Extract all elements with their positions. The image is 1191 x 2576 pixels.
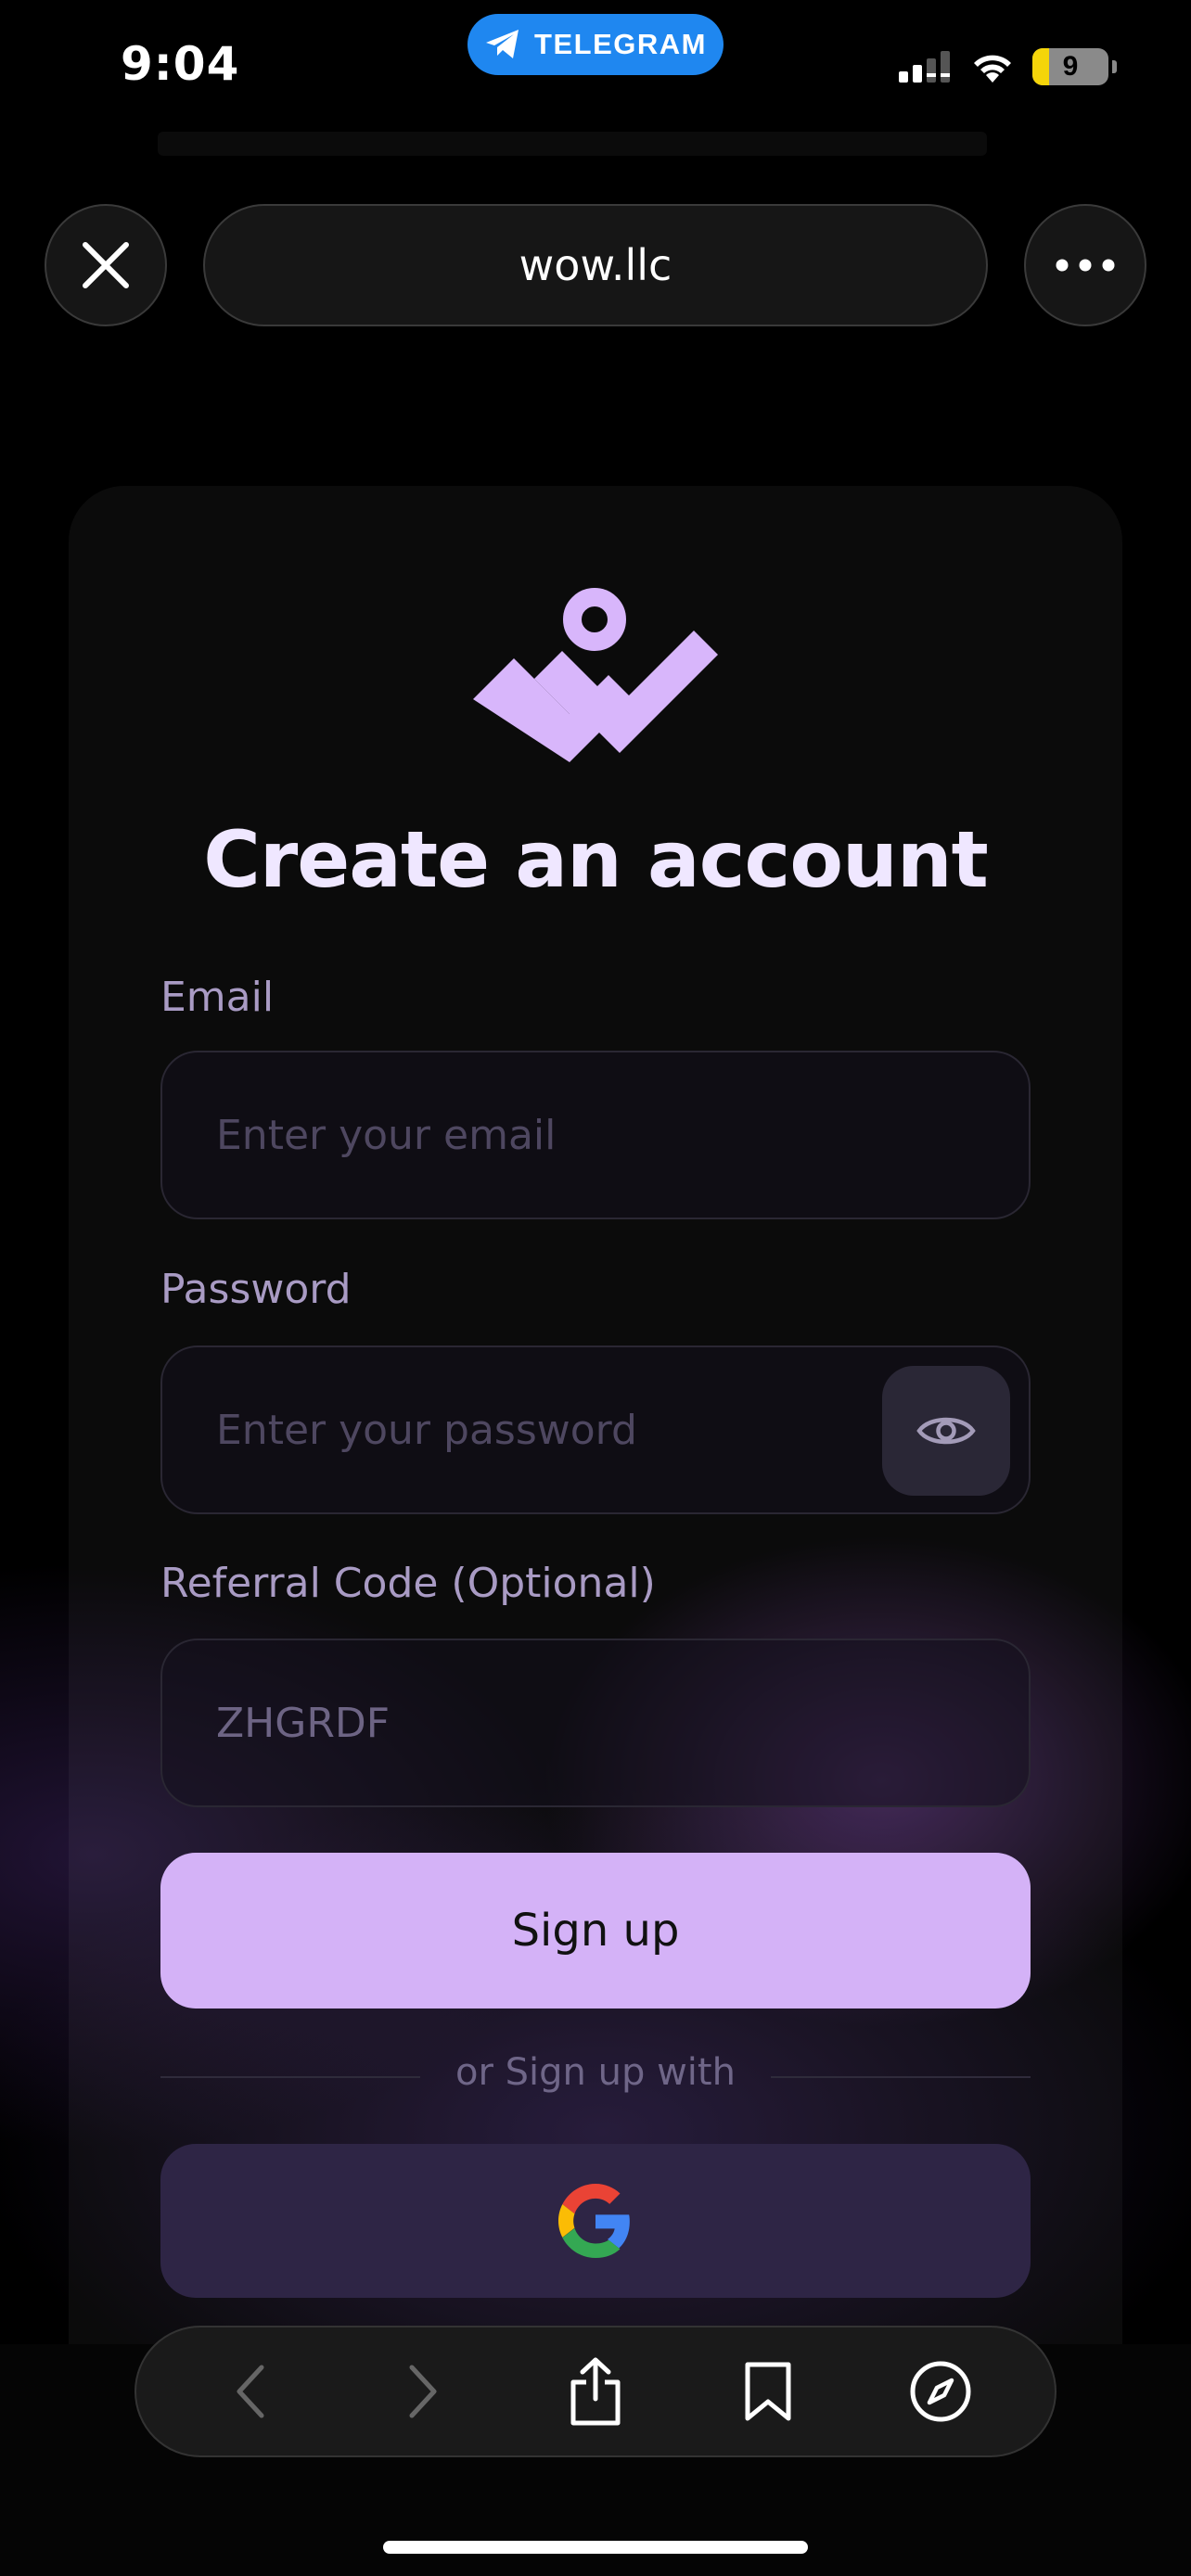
close-icon bbox=[83, 242, 129, 288]
battery-icon: 9 bbox=[1032, 48, 1108, 85]
share-button[interactable] bbox=[549, 2345, 642, 2438]
or-signup-with-text: or Sign up with bbox=[455, 2051, 736, 2094]
page-title: Create an account bbox=[203, 814, 989, 905]
forward-icon bbox=[409, 2365, 437, 2418]
bookmark-button[interactable] bbox=[722, 2345, 814, 2438]
signup-button[interactable]: Sign up bbox=[160, 1853, 1031, 2009]
wifi-icon bbox=[974, 55, 1011, 83]
compass-icon bbox=[910, 2361, 971, 2422]
compass-button[interactable] bbox=[894, 2345, 987, 2438]
forward-button[interactable] bbox=[377, 2345, 469, 2438]
password-field[interactable]: Enter your password bbox=[160, 1345, 1031, 1514]
telegram-pill[interactable]: TELEGRAM bbox=[467, 14, 724, 75]
home-indicator[interactable] bbox=[383, 2541, 808, 2554]
share-icon bbox=[570, 2357, 621, 2426]
status-time: 9:04 bbox=[121, 37, 240, 91]
eye-icon bbox=[916, 1417, 976, 1445]
page-ghost-bar bbox=[158, 132, 987, 156]
screen: 9:04 TELEGRAM 9 wow.llc Create an accoun… bbox=[0, 0, 1191, 2576]
battery-level: 9 bbox=[1062, 51, 1079, 82]
password-placeholder: Enter your password bbox=[216, 1406, 637, 1454]
password-label: Password bbox=[160, 1266, 352, 1313]
more-button[interactable] bbox=[1024, 204, 1146, 326]
more-icon bbox=[1056, 259, 1115, 272]
referral-code-value: ZHGRDF bbox=[216, 1699, 391, 1747]
telegram-label: TELEGRAM bbox=[534, 28, 707, 60]
google-icon bbox=[558, 2184, 630, 2258]
email-placeholder: Enter your email bbox=[216, 1111, 557, 1159]
telegram-icon bbox=[486, 30, 519, 58]
email-field[interactable]: Enter your email bbox=[160, 1051, 1031, 1219]
referral-label: Referral Code (Optional) bbox=[160, 1560, 656, 1607]
bookmark-icon bbox=[745, 2362, 791, 2421]
referral-code-field[interactable]: ZHGRDF bbox=[160, 1639, 1031, 1807]
status-indicators: 9 bbox=[899, 48, 1117, 85]
back-button[interactable] bbox=[204, 2345, 297, 2438]
battery-tip bbox=[1112, 60, 1117, 73]
close-button[interactable] bbox=[45, 204, 167, 326]
browser-toolbar bbox=[134, 2326, 1057, 2457]
url-bar[interactable]: wow.llc bbox=[203, 204, 988, 326]
divider-right bbox=[771, 2076, 1031, 2078]
show-password-button[interactable] bbox=[882, 1366, 1010, 1496]
google-signup-button[interactable] bbox=[160, 2144, 1031, 2298]
email-label: Email bbox=[160, 974, 275, 1021]
back-icon bbox=[237, 2365, 264, 2418]
cellular-signal-icon bbox=[899, 51, 950, 83]
wow-logo bbox=[473, 588, 718, 762]
